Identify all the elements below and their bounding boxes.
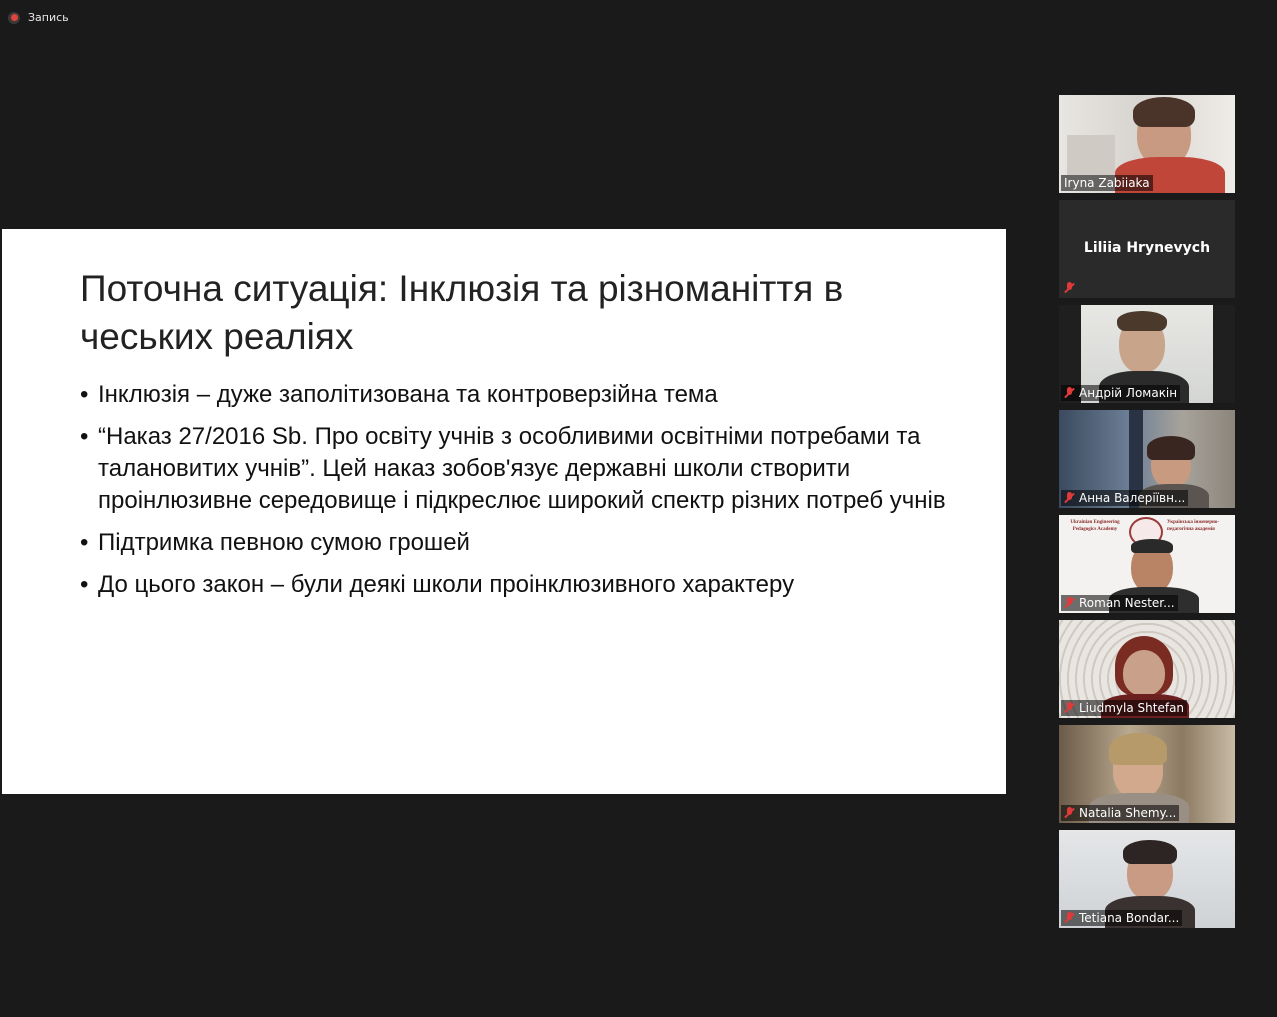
mic-muted-icon bbox=[1064, 912, 1075, 924]
bullet-item: Підтримка певною сумою грошей bbox=[80, 527, 960, 559]
bullet-item: До цього закон – були деякі школи проінк… bbox=[80, 569, 960, 601]
bullet-item: Інклюзія – дуже заполітизована та контро… bbox=[80, 379, 960, 411]
participant-name: Iryna Zabiiaka bbox=[1064, 176, 1150, 190]
mic-muted-icon bbox=[1064, 387, 1075, 399]
banner-left-text: Ukrainian Engineering Pedagogics Academy bbox=[1070, 520, 1120, 532]
participant-name: Андрій Ломакін bbox=[1079, 386, 1178, 400]
participant-name-tag: Андрій Ломакін bbox=[1061, 385, 1181, 401]
participant-tile[interactable]: Natalia Shemy... bbox=[1059, 725, 1235, 823]
participant-name: Tetiana Bondar... bbox=[1079, 911, 1180, 925]
participant-name: Liliia Hrynevych bbox=[1083, 240, 1211, 256]
participant-tile[interactable]: Tetiana Bondar... bbox=[1059, 830, 1235, 928]
participant-name-tag: Iryna Zabiiaka bbox=[1061, 175, 1153, 191]
participant-name: Roman Nester... bbox=[1079, 596, 1175, 610]
mic-muted-icon bbox=[1064, 597, 1075, 609]
participant-name-tag: Tetiana Bondar... bbox=[1061, 910, 1183, 926]
participant-tile[interactable]: Liliia Hrynevych bbox=[1059, 200, 1235, 298]
participant-name-tag: Natalia Shemy... bbox=[1061, 805, 1180, 821]
participant-name-tag: Анна Валеріївн... bbox=[1061, 490, 1189, 506]
slide-bullets: Інклюзія – дуже заполітизована та контро… bbox=[80, 379, 960, 611]
mic-muted-icon bbox=[1064, 492, 1075, 504]
participant-name: Liudmyla Shtefan bbox=[1079, 701, 1185, 715]
participant-name-tag: Liudmyla Shtefan bbox=[1061, 700, 1188, 716]
participant-tile[interactable]: Liudmyla Shtefan bbox=[1059, 620, 1235, 718]
participant-tile[interactable]: Андрій Ломакін bbox=[1059, 305, 1235, 403]
participant-name: Natalia Shemy... bbox=[1079, 806, 1177, 820]
record-icon bbox=[8, 11, 20, 24]
participant-name-tag bbox=[1061, 280, 1078, 296]
shared-slide: Поточна ситуація: Інклюзія та різноманіт… bbox=[2, 229, 1006, 794]
banner-right-text: Українська інженерно-педагогічна академі… bbox=[1167, 520, 1220, 532]
mic-muted-icon bbox=[1064, 282, 1075, 294]
participant-tile[interactable]: Iryna Zabiiaka bbox=[1059, 95, 1235, 193]
mic-muted-icon bbox=[1064, 807, 1075, 819]
participant-tile[interactable]: Анна Валеріївн... bbox=[1059, 410, 1235, 508]
participant-name-tag: Roman Nester... bbox=[1061, 595, 1178, 611]
recording-indicator: Запись bbox=[8, 11, 69, 24]
mic-muted-icon bbox=[1064, 702, 1075, 714]
participant-name: Анна Валеріївн... bbox=[1079, 491, 1186, 505]
participant-tile[interactable]: Ukrainian Engineering Pedagogics Academy… bbox=[1059, 515, 1235, 613]
recording-label: Запись bbox=[28, 11, 69, 24]
bullet-item: “Наказ 27/2016 Sb. Про освіту учнів з ос… bbox=[80, 421, 960, 517]
slide-title: Поточна ситуація: Інклюзія та різноманіт… bbox=[80, 268, 844, 357]
